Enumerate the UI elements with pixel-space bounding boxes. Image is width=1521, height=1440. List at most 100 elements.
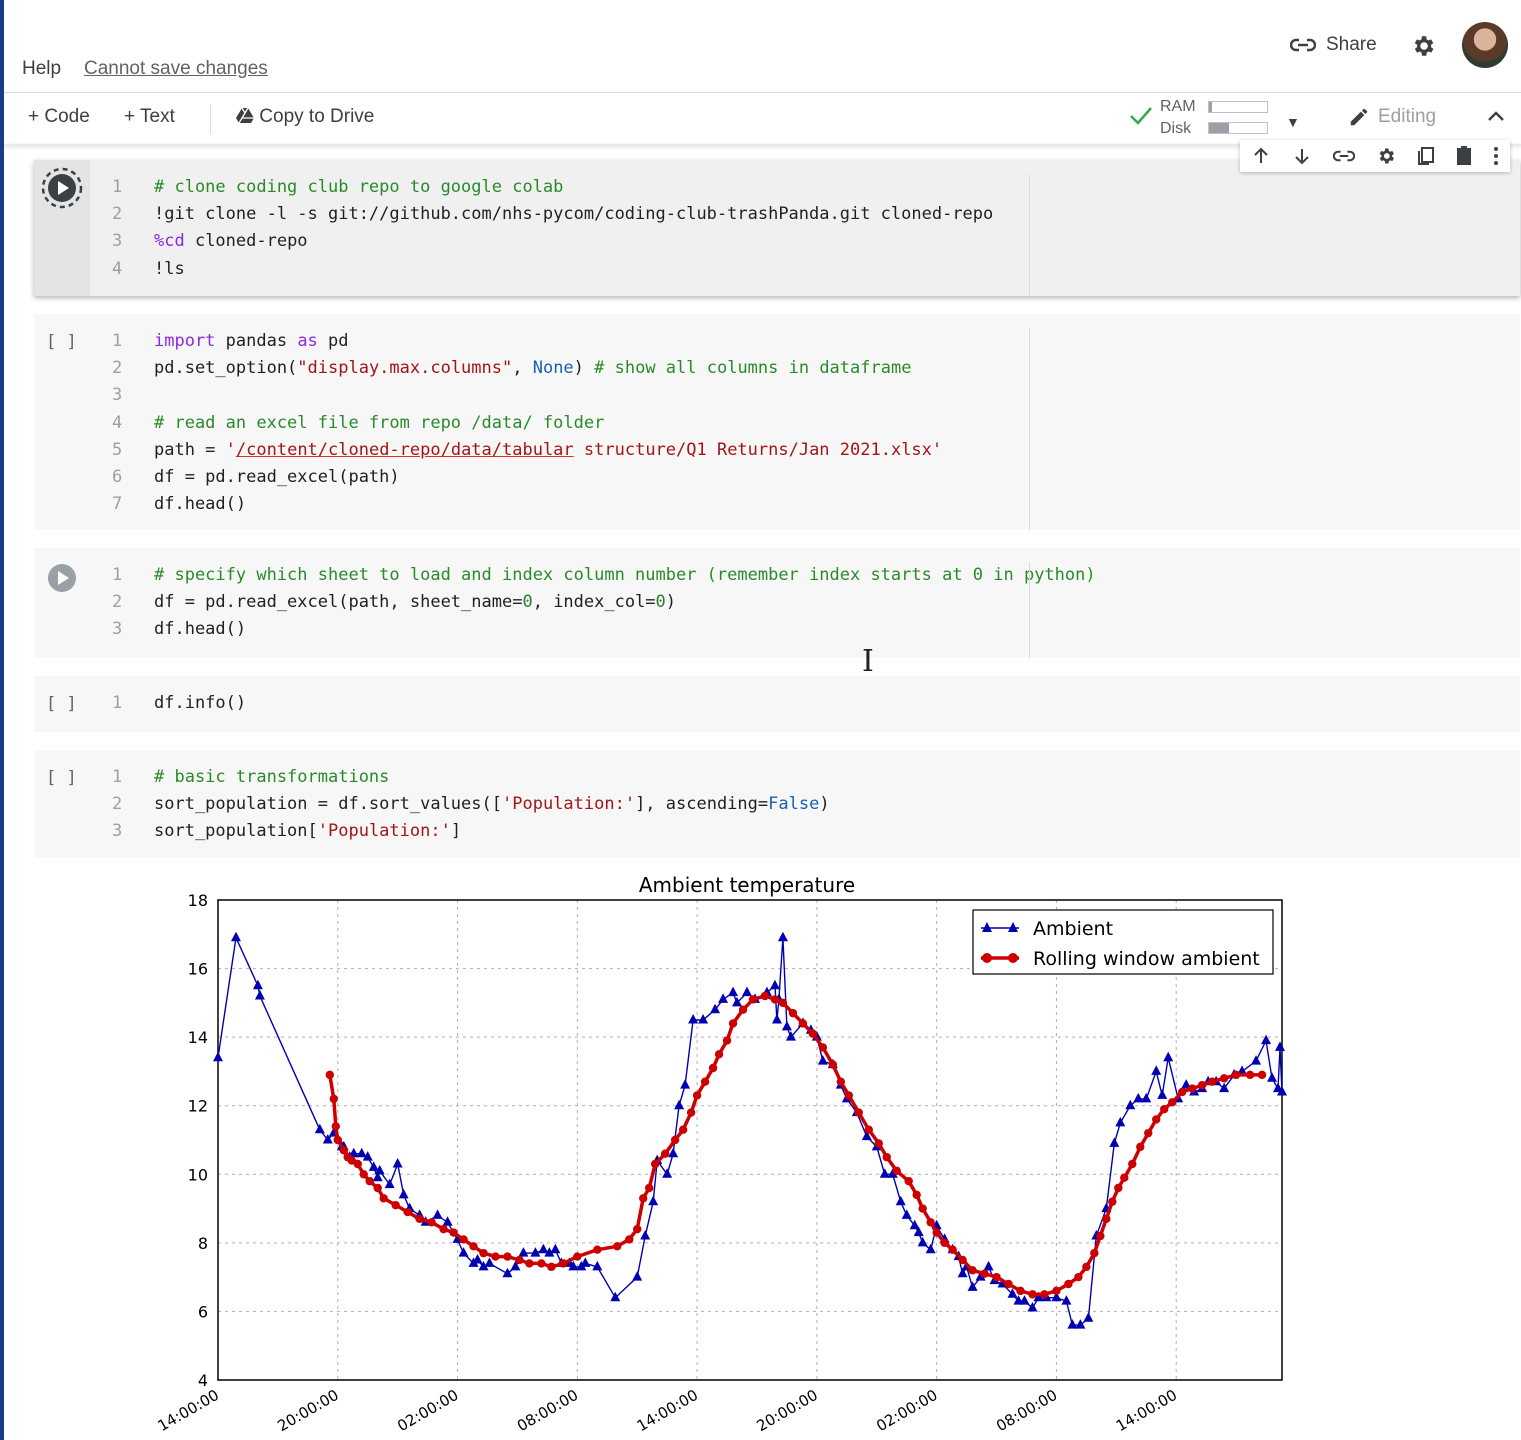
data-point [632, 1271, 643, 1281]
delete-icon[interactable] [1456, 146, 1472, 166]
code-line[interactable]: 3 %cd cloned-repo [112, 228, 993, 255]
data-point [1102, 1214, 1111, 1224]
run-cell-button[interactable]: [ ] [46, 768, 77, 788]
help-menu[interactable]: Help [22, 58, 61, 80]
data-point [648, 1195, 659, 1206]
code-line[interactable]: 1 import pandas as pd [112, 328, 942, 355]
data-point [1108, 1197, 1117, 1206]
data-point [882, 1152, 891, 1162]
code-token: 'Population:' [502, 794, 636, 815]
code-line[interactable]: 1 df.info() [112, 690, 246, 717]
data-point [1004, 1279, 1013, 1289]
code-line[interactable]: 3 sort_population['Population:'] [112, 818, 830, 845]
code-line[interactable]: 6 df = pd.read_excel(path) [112, 464, 942, 491]
chart-legend: Ambient Rolling window ambient [972, 909, 1274, 975]
collapse-header-icon[interactable] [1486, 108, 1506, 124]
data-point [770, 995, 780, 1004]
move-down-icon[interactable] [1292, 146, 1312, 166]
data-point [742, 986, 753, 997]
editing-mode-button[interactable]: Editing [1348, 106, 1436, 128]
code-line[interactable]: 1 # basic transformations [112, 764, 830, 791]
code-line[interactable]: 4 !ls [112, 256, 993, 283]
run-cell-button[interactable]: [ ] [46, 694, 77, 714]
code-token: df.head() [154, 619, 247, 640]
code-line[interactable]: 2 df = pd.read_excel(path, sheet_name=0, … [112, 589, 1096, 616]
code-cell[interactable]: 1 # specify which sheet to load and index… [34, 548, 1520, 658]
add-text-button[interactable]: + Text [124, 106, 175, 128]
x-tick-label: 14:00:00 [155, 1386, 222, 1435]
code-line[interactable]: 1 # clone coding club repo to google cola… [112, 174, 993, 201]
code-line[interactable]: 4 # read an excel file from repo /data/ f… [112, 410, 942, 437]
x-tick-label: 20:00:00 [754, 1386, 821, 1435]
x-tick-label: 14:00:00 [634, 1386, 701, 1435]
x-tick-label: 20:00:00 [274, 1386, 341, 1435]
add-text-label: Text [140, 106, 175, 127]
share-button[interactable]: Share [1290, 34, 1377, 56]
data-point [439, 1224, 448, 1234]
code-line[interactable]: 2 !git clone -l -s git://github.com/nhs-p… [112, 201, 993, 228]
data-point [550, 1243, 561, 1254]
code-cell[interactable]: [ ] 1 df.info() [34, 676, 1520, 732]
code-line[interactable]: 7 df.head() [112, 491, 942, 518]
code-token: df.info() [154, 693, 247, 713]
data-point [1075, 1319, 1086, 1329]
data-point [1275, 1041, 1286, 1051]
run-cell-play-icon[interactable] [47, 563, 77, 593]
code-line[interactable]: 2 pd.set_option("display.max.columns", No… [112, 355, 942, 382]
cell-code-editor[interactable]: 1 # basic transformations 2 sort_population… [112, 764, 830, 846]
more-options-icon[interactable] [1493, 146, 1499, 166]
data-point [1177, 1087, 1187, 1097]
data-point [333, 1135, 342, 1145]
move-up-icon[interactable] [1251, 146, 1271, 166]
add-code-button[interactable]: + Code [28, 106, 90, 128]
data-point [398, 1188, 409, 1199]
run-cell-running-icon[interactable] [40, 166, 84, 210]
add-code-label: Code [44, 106, 90, 127]
link-icon[interactable] [1332, 149, 1355, 163]
code-line[interactable]: 2 sort_population = df.sort_values(['Popu… [112, 791, 830, 818]
code-token: # read an excel file from repo /data/ fo… [154, 412, 605, 433]
data-point [1090, 1248, 1099, 1258]
line-number: 3 [112, 821, 123, 842]
code-line[interactable]: 3 df.head() [112, 616, 1096, 643]
data-point [980, 1269, 989, 1278]
line-number: 2 [112, 794, 123, 815]
cell-code-editor[interactable]: 1 # clone coding club repo to google cola… [112, 174, 993, 283]
code-cell[interactable]: [ ] 1 # basic transformations 2 sort_popula… [34, 750, 1520, 858]
gear-icon[interactable] [1376, 146, 1396, 166]
cell-code-editor[interactable]: 1 # specify which sheet to load and index… [112, 562, 1096, 644]
copy-to-drive-button[interactable]: Copy to Drive [236, 106, 374, 128]
code-token: /content/cloned-repo/data/tabular [235, 439, 574, 460]
data-point [828, 1060, 838, 1069]
data-point [1114, 1183, 1123, 1193]
data-point [901, 1209, 912, 1219]
mirror-cell-icon[interactable] [1417, 146, 1435, 166]
code-token: # show all columns in dataframe [594, 358, 912, 379]
code-token: !git clone -l -s git://github.com/nhs-py… [154, 204, 994, 225]
code-cell[interactable]: [ ] 1 import pandas as pd 2 pd.set_option("… [34, 314, 1520, 530]
runtime-dropdown-icon[interactable]: ▼ [1286, 114, 1300, 130]
data-point [537, 1259, 546, 1268]
data-point [1052, 1286, 1061, 1296]
line-number: 3 [112, 231, 123, 252]
user-avatar[interactable] [1462, 22, 1508, 68]
data-point [1083, 1312, 1094, 1322]
code-line[interactable]: 5 path = '/content/cloned-repo/data/tabul… [112, 437, 942, 464]
code-line[interactable]: 3 [112, 382, 942, 409]
run-cell-button[interactable]: [ ] [46, 332, 77, 352]
y-tick-label: 10 [188, 1165, 208, 1184]
data-point [1257, 1070, 1267, 1080]
x-tick-label: 14:00:00 [1113, 1386, 1180, 1435]
data-point [777, 931, 788, 942]
data-point [918, 1204, 927, 1213]
code-cell[interactable]: 1 # clone coding club repo to google cola… [34, 160, 1520, 296]
y-tick-label: 12 [188, 1097, 208, 1116]
connected-check-icon [1130, 107, 1152, 125]
code-line[interactable]: 1 # specify which sheet to load and index… [112, 562, 1096, 589]
settings-gear-icon[interactable] [1410, 33, 1436, 59]
line-number: 1 [112, 177, 123, 197]
save-status-link[interactable]: Cannot save changes [84, 58, 268, 80]
data-point [329, 1094, 338, 1104]
cell-code-editor[interactable]: 1 df.info() [112, 690, 246, 717]
cell-code-editor[interactable]: 1 import pandas as pd 2 pd.set_option("disp… [112, 328, 942, 518]
